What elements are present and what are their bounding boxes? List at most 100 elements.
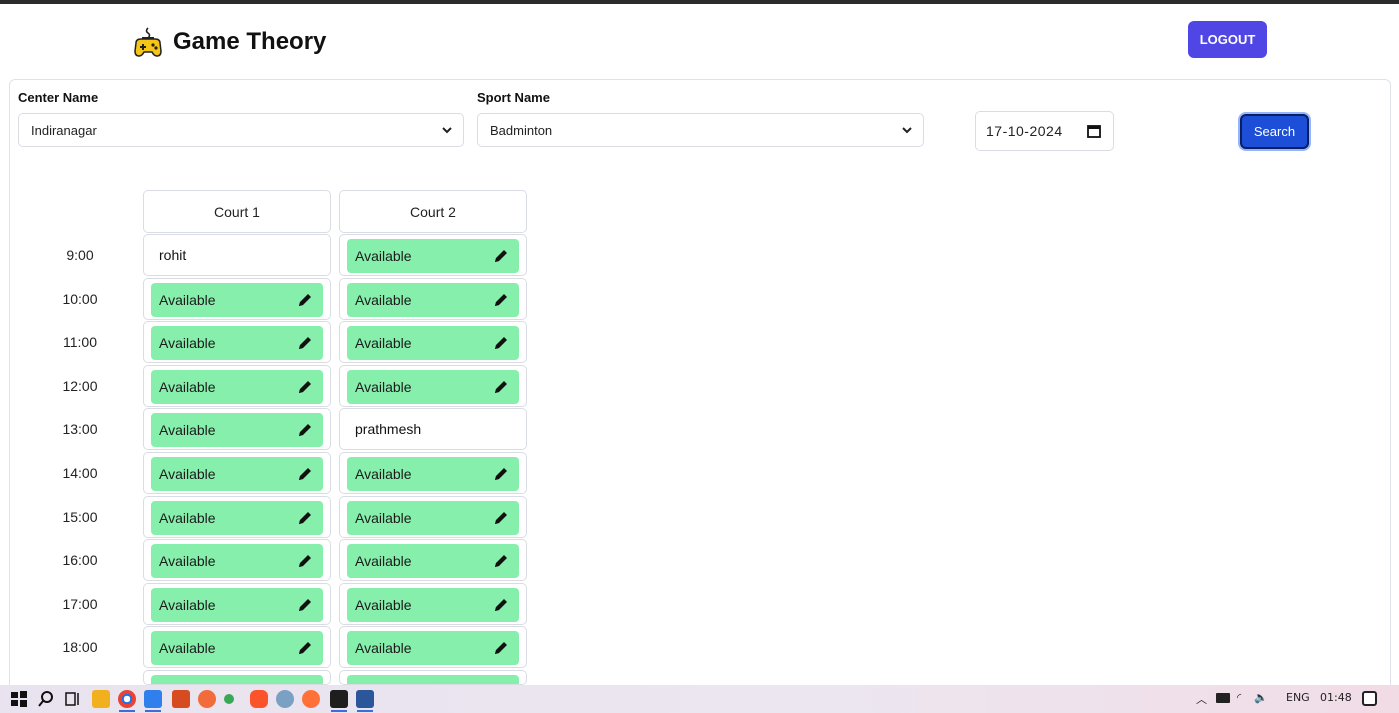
available-slot-button[interactable]: Available bbox=[151, 283, 323, 317]
slot-cell-available[interactable]: Available bbox=[143, 539, 331, 581]
available-slot-button[interactable]: Available bbox=[151, 631, 323, 665]
available-slot-button[interactable] bbox=[347, 675, 519, 684]
slot-status-label: Available bbox=[159, 422, 216, 438]
slot-cell-available[interactable]: Available bbox=[143, 278, 331, 320]
slot-cell-available[interactable]: Available bbox=[339, 626, 527, 668]
slot-cell-available[interactable]: Available bbox=[143, 626, 331, 668]
pencil-icon[interactable] bbox=[493, 510, 509, 526]
slot-cell-available[interactable]: Available bbox=[339, 365, 527, 407]
vscode-icon[interactable] bbox=[144, 690, 162, 708]
pencil-icon[interactable] bbox=[493, 335, 509, 351]
available-slot-button[interactable]: Available bbox=[347, 283, 519, 317]
available-slot-button[interactable]: Available bbox=[347, 457, 519, 491]
clock[interactable]: 01:48 bbox=[1320, 691, 1352, 704]
language-indicator[interactable]: ENG bbox=[1286, 691, 1310, 704]
windows-taskbar: ︿ ◜ 🔈 ENG 01:48 bbox=[0, 685, 1399, 713]
center-select[interactable]: Indiranagar bbox=[18, 113, 464, 147]
available-slot-button[interactable]: Available bbox=[347, 631, 519, 665]
slot-status-label: Available bbox=[355, 553, 412, 569]
time-slot-label: 16:00 bbox=[62, 552, 98, 568]
pencil-icon[interactable] bbox=[297, 466, 313, 482]
sport-select[interactable]: Badminton bbox=[477, 113, 924, 147]
available-slot-button[interactable]: Available bbox=[151, 326, 323, 360]
pencil-icon[interactable] bbox=[297, 510, 313, 526]
brand: Game Theory bbox=[133, 22, 326, 62]
pencil-icon[interactable] bbox=[493, 553, 509, 569]
slot-status-label: Available bbox=[159, 466, 216, 482]
word-icon[interactable] bbox=[356, 690, 374, 708]
postman-icon[interactable] bbox=[198, 690, 216, 708]
mongodb-icon[interactable] bbox=[224, 694, 234, 704]
available-slot-button[interactable] bbox=[151, 675, 323, 684]
pencil-icon[interactable] bbox=[297, 292, 313, 308]
brave-icon[interactable] bbox=[250, 690, 268, 708]
pencil-icon[interactable] bbox=[297, 422, 313, 438]
time-slot-label: 9:00 bbox=[66, 247, 94, 263]
pencil-icon[interactable] bbox=[493, 379, 509, 395]
terminal-icon[interactable] bbox=[330, 690, 348, 708]
slot-status-label: Available bbox=[355, 292, 412, 308]
tray-chevron-up-icon[interactable]: ︿ bbox=[1196, 691, 1207, 707]
pencil-icon[interactable] bbox=[493, 640, 509, 656]
slot-status-label: Available bbox=[355, 510, 412, 526]
search-icon[interactable] bbox=[37, 690, 55, 708]
available-slot-button[interactable]: Available bbox=[151, 544, 323, 578]
pencil-icon[interactable] bbox=[493, 466, 509, 482]
available-slot-button[interactable]: Available bbox=[347, 370, 519, 404]
windows-start-icon[interactable] bbox=[10, 690, 28, 708]
slot-cell-available[interactable]: Available bbox=[143, 365, 331, 407]
firefox-icon[interactable] bbox=[302, 690, 320, 708]
slot-status-label: Available bbox=[355, 466, 412, 482]
available-slot-button[interactable]: Available bbox=[151, 457, 323, 491]
slot-cell-available[interactable]: Available bbox=[143, 452, 331, 494]
available-slot-button[interactable]: Available bbox=[347, 501, 519, 535]
slot-cell-available[interactable]: Available bbox=[339, 321, 527, 363]
slot-status-label: Available bbox=[159, 292, 216, 308]
available-slot-button[interactable]: Available bbox=[151, 370, 323, 404]
pencil-icon[interactable] bbox=[297, 335, 313, 351]
available-slot-button[interactable]: Available bbox=[151, 501, 323, 535]
pencil-icon[interactable] bbox=[493, 597, 509, 613]
slot-cell-available[interactable]: Available bbox=[339, 234, 527, 276]
slot-cell-available[interactable]: Available bbox=[143, 496, 331, 538]
available-slot-button[interactable]: Available bbox=[347, 588, 519, 622]
pencil-icon[interactable] bbox=[297, 597, 313, 613]
calendar-icon[interactable] bbox=[1087, 124, 1101, 138]
time-slot-label: 11:00 bbox=[63, 334, 97, 350]
logout-button[interactable]: LOGOUT bbox=[1188, 21, 1267, 58]
pencil-icon[interactable] bbox=[493, 292, 509, 308]
volume-icon[interactable]: 🔈 bbox=[1254, 691, 1268, 704]
pencil-icon[interactable] bbox=[297, 379, 313, 395]
slot-cell-available[interactable]: Available bbox=[339, 278, 527, 320]
slot-cell-available[interactable]: Available bbox=[143, 408, 331, 450]
slot-cell-available[interactable]: Available bbox=[339, 583, 527, 625]
available-slot-button[interactable]: Available bbox=[347, 544, 519, 578]
chrome-icon[interactable] bbox=[118, 690, 136, 708]
task-view-icon[interactable] bbox=[64, 690, 82, 708]
available-slot-button[interactable]: Available bbox=[151, 588, 323, 622]
active-indicator bbox=[119, 710, 135, 712]
slot-cell-available[interactable]: Available bbox=[143, 583, 331, 625]
time-slot-label: 10:00 bbox=[62, 291, 98, 307]
pencil-icon[interactable] bbox=[297, 640, 313, 656]
slot-cell-available[interactable]: Available bbox=[143, 321, 331, 363]
date-input[interactable]: 17-10-2024 bbox=[975, 111, 1114, 151]
available-slot-button[interactable]: Available bbox=[347, 239, 519, 273]
slot-cell-booked: rohit bbox=[143, 234, 331, 276]
sublime-icon[interactable] bbox=[172, 690, 190, 708]
notification-icon[interactable] bbox=[1362, 691, 1377, 706]
slot-cell-available[interactable]: Available bbox=[339, 496, 527, 538]
available-slot-button[interactable]: Available bbox=[151, 413, 323, 447]
available-slot-button[interactable]: Available bbox=[347, 326, 519, 360]
search-button[interactable]: Search bbox=[1240, 114, 1309, 149]
file-explorer-icon[interactable] bbox=[92, 690, 110, 708]
app-icon[interactable] bbox=[276, 690, 294, 708]
slot-status-label: Available bbox=[355, 640, 412, 656]
date-value: 17-10-2024 bbox=[986, 123, 1063, 139]
pencil-icon[interactable] bbox=[493, 248, 509, 264]
slot-cell-available[interactable]: Available bbox=[339, 452, 527, 494]
slot-cell-available[interactable]: Available bbox=[339, 539, 527, 581]
pencil-icon[interactable] bbox=[297, 553, 313, 569]
battery-icon[interactable] bbox=[1216, 693, 1230, 703]
wifi-icon[interactable]: ◜ bbox=[1237, 691, 1241, 704]
